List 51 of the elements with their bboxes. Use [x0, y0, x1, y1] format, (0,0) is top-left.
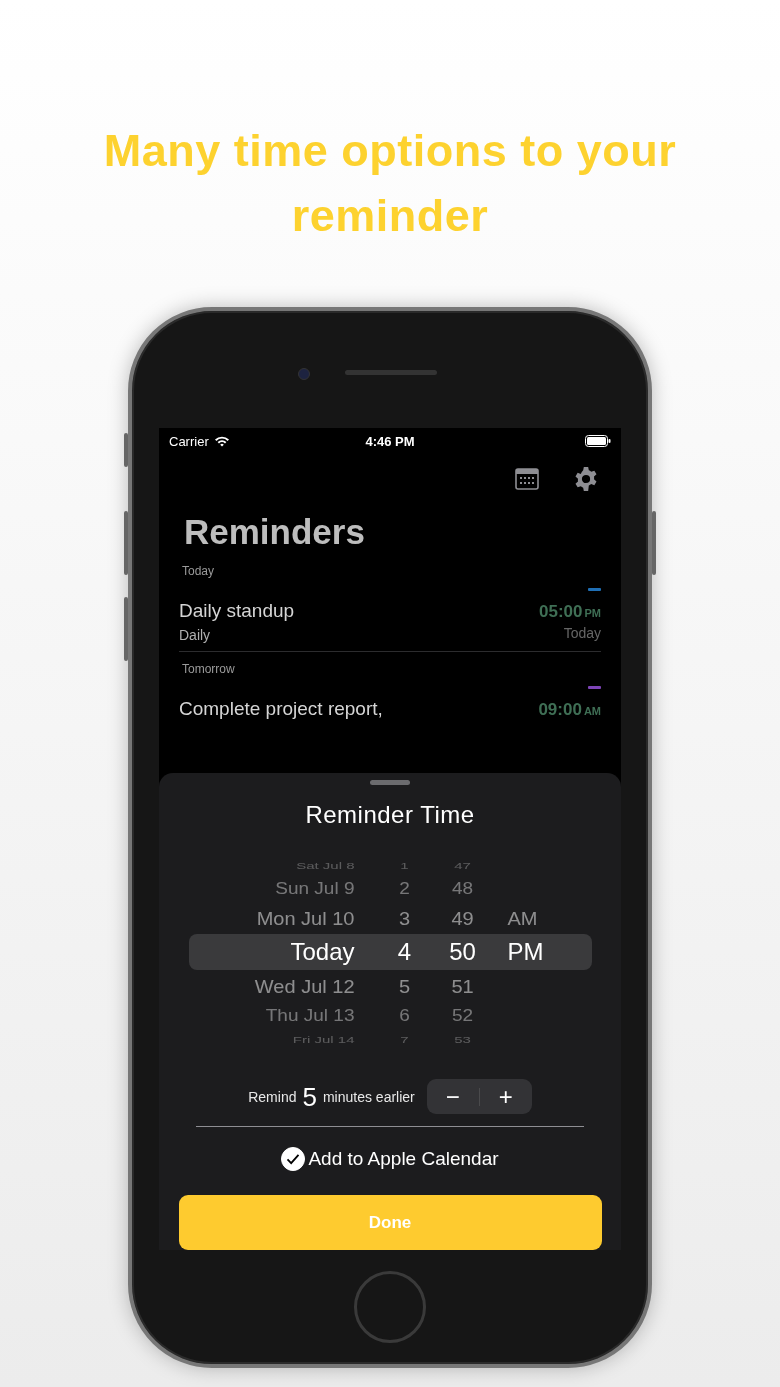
speaker-icon: [345, 370, 437, 375]
picker-date[interactable]: Thu Jul 13: [188, 1005, 355, 1026]
section-label: Tomorrow: [182, 662, 236, 676]
reminder-time: 09:00AM: [538, 700, 601, 720]
carrier-label: Carrier: [169, 433, 209, 449]
headline: Many time options to your reminder: [102, 124, 678, 243]
remind-value: 5: [302, 1083, 317, 1110]
camera-icon: [298, 368, 310, 380]
checkbox[interactable]: [281, 1147, 306, 1171]
picker-row[interactable]: Wed Jul 12 5 51: [188, 970, 592, 1002]
picker-hour[interactable]: 5: [384, 975, 425, 997]
picker-minute[interactable]: 50: [442, 938, 483, 966]
picker-row[interactable]: Sun Jul 9 2 48: [188, 876, 592, 901]
picker-meridiem[interactable]: AM: [507, 907, 592, 929]
picker-date[interactable]: Wed Jul 12: [188, 975, 355, 997]
picker-minute[interactable]: 49: [442, 907, 483, 929]
calendar-option-label: Add to Apple Calendar: [308, 1148, 499, 1170]
picker-minute[interactable]: 51: [442, 975, 483, 997]
picker-minute[interactable]: 48: [442, 878, 483, 899]
picker-hour[interactable]: 6: [384, 1005, 425, 1026]
remind-label: Remind: [248, 1088, 297, 1105]
picker-date[interactable]: Today: [188, 938, 355, 966]
picker-hour[interactable]: 4: [384, 938, 425, 966]
settings-icon[interactable]: [573, 465, 599, 492]
picker-hour[interactable]: 2: [384, 878, 425, 899]
wifi-icon: [213, 435, 230, 448]
minus-button[interactable]: −: [426, 1081, 479, 1112]
sheet-title: Reminder Time: [305, 801, 475, 829]
reminder-row[interactable]: Complete project report, 09:00AM: [179, 676, 601, 728]
sheet-handle[interactable]: [370, 780, 410, 785]
picker-hour[interactable]: 3: [384, 907, 425, 929]
reminder-title: Daily standup: [179, 600, 295, 622]
picker-date[interactable]: Mon Jul 10: [188, 907, 355, 929]
reminder-time: 05:00 PM: [539, 602, 601, 622]
picker-row[interactable]: Today 4 50 PM: [188, 934, 592, 970]
calendar-icon[interactable]: [515, 467, 539, 490]
status-time: 4:46 PM: [365, 433, 415, 449]
plus-button[interactable]: +: [479, 1081, 532, 1112]
reminder-row[interactable]: Daily standup Daily 05:00 PM Today: [179, 578, 601, 652]
picker-meridiem[interactable]: PM: [507, 938, 592, 966]
picker-row[interactable]: Thu Jul 13 6 52: [188, 1003, 592, 1028]
battery-icon: [585, 435, 611, 448]
reminder-repeat: Daily: [179, 627, 212, 643]
reminder-title: Complete project report,: [179, 698, 383, 720]
picker-minute[interactable]: 52: [442, 1005, 483, 1026]
remind-label: minutes earlier: [322, 1088, 415, 1105]
picker-date[interactable]: Sun Jul 9: [188, 878, 355, 899]
reminder-date: Today: [563, 625, 601, 641]
section-label: Today: [182, 564, 216, 578]
page-title: Reminders: [184, 511, 366, 553]
picker-row[interactable]: Mon Jul 10 3 49 AM: [188, 902, 592, 934]
